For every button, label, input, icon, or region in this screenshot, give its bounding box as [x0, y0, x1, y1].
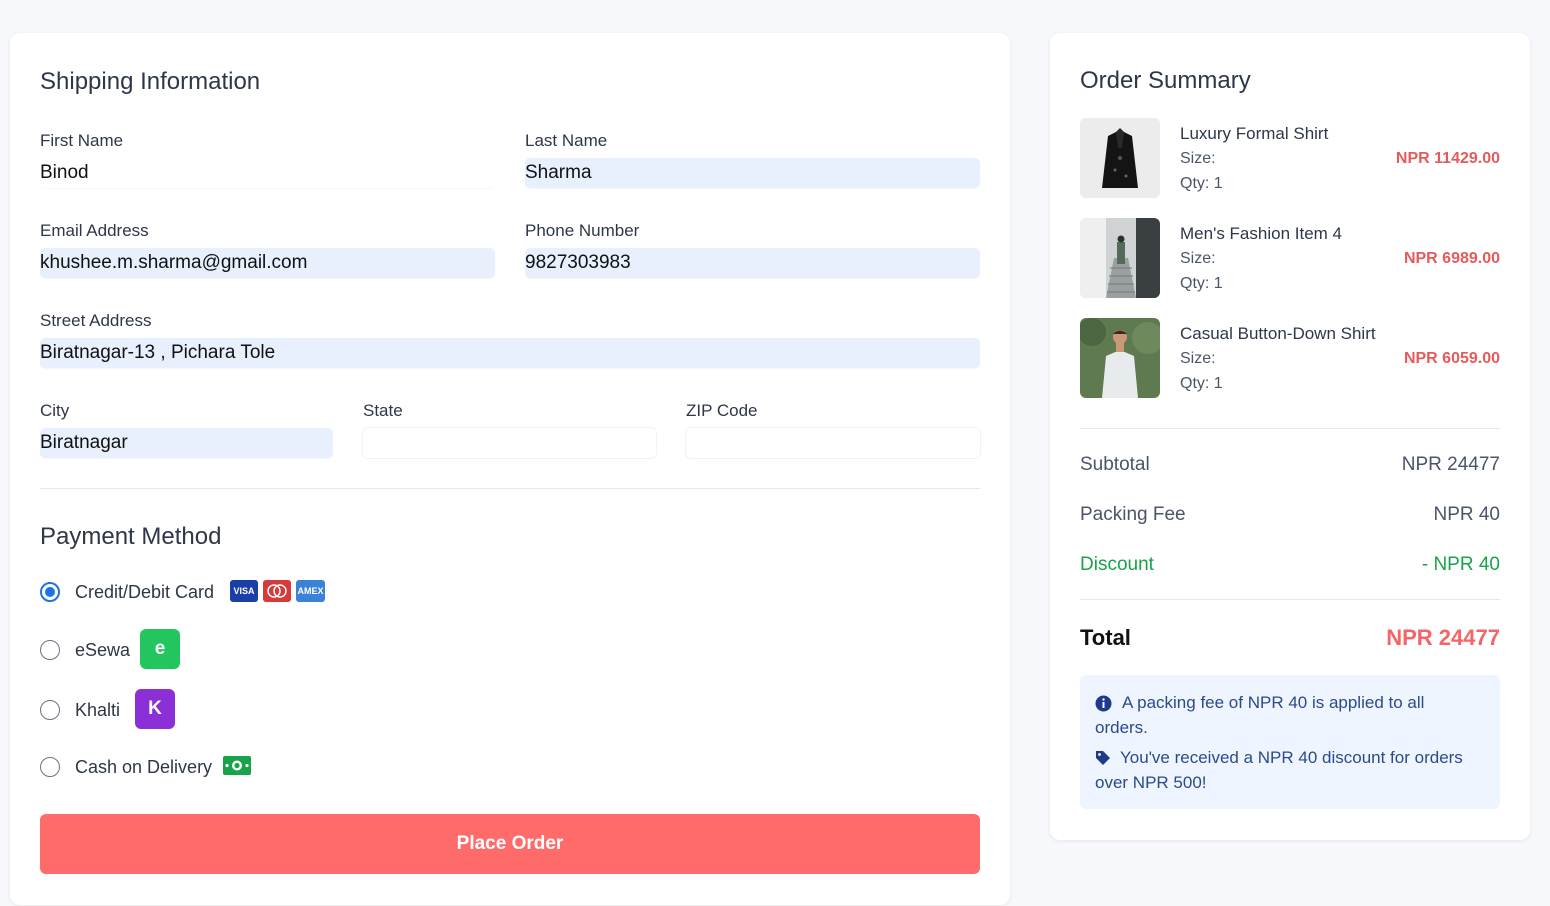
last-name-input[interactable]: [525, 158, 980, 188]
total-divider: [1080, 599, 1500, 600]
mastercard-icon: [263, 580, 291, 602]
esewa-logo-icon: e: [140, 629, 180, 669]
item-name: Casual Button-Down Shirt: [1180, 324, 1376, 343]
total-label: Total: [1080, 625, 1131, 650]
item-price: NPR 6059.00: [1403, 350, 1500, 367]
shipping-title: Shipping Information: [40, 68, 261, 95]
discount-info-text-cont: over NPR 500!: [1095, 773, 1207, 792]
state-label: State: [363, 401, 403, 420]
subtotal-value: NPR 24477: [1401, 454, 1500, 475]
item-name: Men's Fashion Item 4: [1180, 224, 1342, 243]
esewa-label: eSewa: [75, 640, 131, 660]
email-input[interactable]: [40, 248, 495, 278]
packing-fee-label: Packing Fee: [1080, 504, 1186, 525]
item-size: Size:: [1180, 150, 1216, 167]
zip-label: ZIP Code: [686, 401, 758, 420]
state-input[interactable]: [363, 428, 656, 458]
item-qty: Qty: 1: [1180, 175, 1223, 192]
credit-card-label: Credit/Debit Card: [75, 582, 215, 602]
item-qty: Qty: 1: [1180, 375, 1223, 392]
radio-credit-card[interactable]: [40, 582, 60, 602]
khalti-logo-icon: K: [135, 689, 175, 729]
order-summary-card: Order Summary Luxury Formal Shirt Size: …: [1050, 33, 1530, 840]
item-size: Size:: [1180, 350, 1216, 367]
item-image[interactable]: [1080, 118, 1160, 198]
order-summary-title: Order Summary: [1080, 67, 1251, 94]
item-qty: Qty: 1: [1180, 275, 1223, 292]
packing-info-text: A packing fee of NPR 40 is applied to al…: [1122, 693, 1425, 712]
street-label: Street Address: [40, 311, 152, 330]
shipping-card: Shipping Information First Name Last Nam…: [10, 33, 1010, 905]
phone-label: Phone Number: [525, 221, 640, 240]
first-name-label: First Name: [40, 131, 124, 150]
item-image[interactable]: [1080, 218, 1160, 298]
total-value: NPR 24477: [1386, 625, 1500, 650]
radio-esewa[interactable]: [40, 640, 60, 660]
tag-icon: [1095, 750, 1111, 766]
email-label: Email Address: [40, 221, 149, 240]
first-name-input[interactable]: [40, 158, 495, 188]
packing-info-text-cont: orders.: [1095, 718, 1148, 737]
last-name-label: Last Name: [525, 131, 608, 150]
summary-divider: [1080, 428, 1500, 429]
cash-icon: [222, 755, 252, 776]
radio-khalti[interactable]: [40, 700, 60, 720]
item-image[interactable]: [1080, 318, 1160, 398]
packing-fee-value: NPR 40: [1433, 504, 1500, 525]
zip-input[interactable]: [686, 428, 980, 458]
visa-icon: VISA: [230, 580, 258, 602]
phone-input[interactable]: [525, 248, 980, 278]
info-icon: [1095, 695, 1112, 712]
city-label: City: [40, 401, 70, 420]
khalti-label: Khalti: [75, 700, 121, 720]
radio-cash-on-delivery[interactable]: [40, 757, 60, 777]
street-input[interactable]: [40, 338, 980, 368]
payment-title: Payment Method: [40, 523, 222, 550]
discount-label: Discount: [1080, 554, 1154, 575]
discount-value: - NPR 40: [1421, 554, 1500, 575]
item-price: NPR 6989.00: [1403, 250, 1500, 267]
info-box: A packing fee of NPR 40 is applied to al…: [1080, 675, 1500, 809]
subtotal-label: Subtotal: [1080, 454, 1150, 475]
item-size: Size:: [1180, 250, 1216, 267]
shipping-divider: [40, 488, 980, 489]
cash-on-delivery-label: Cash on Delivery: [75, 757, 213, 777]
item-name: Luxury Formal Shirt: [1180, 124, 1329, 143]
city-input[interactable]: [40, 428, 333, 458]
item-price: NPR 11429.00: [1395, 150, 1500, 167]
amex-icon: AMEX: [296, 580, 325, 602]
discount-info-text: You've received a NPR 40 discount for or…: [1120, 748, 1463, 767]
place-order-button[interactable]: Place Order: [40, 814, 980, 874]
